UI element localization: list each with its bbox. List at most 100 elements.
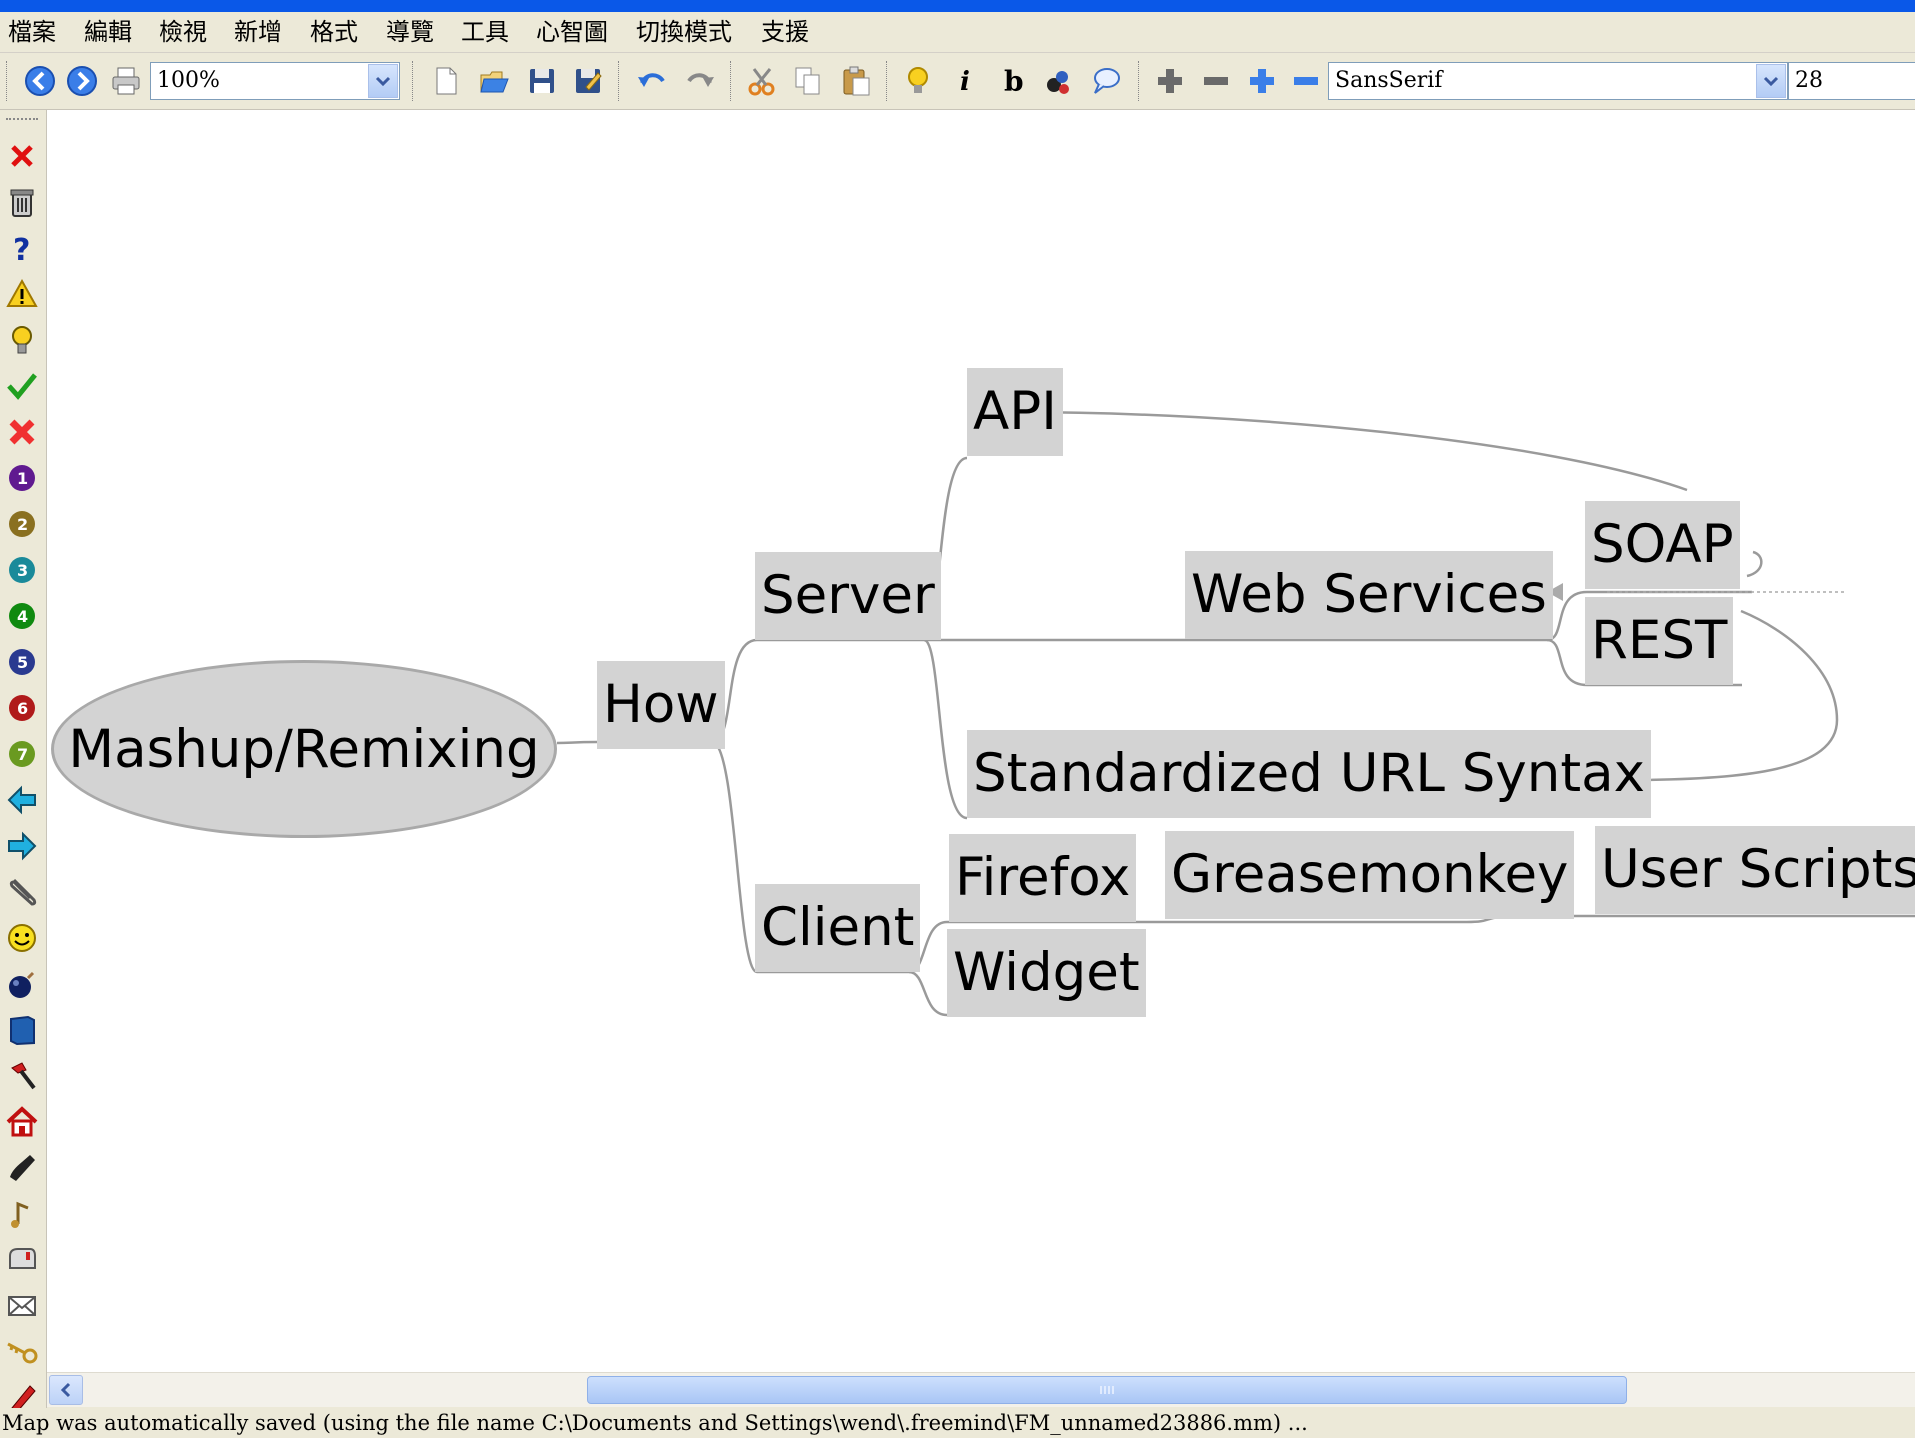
svg-text:b: b [1004, 65, 1024, 97]
priority-1-icon[interactable]: 1 [4, 460, 40, 496]
ok-check-icon[interactable] [4, 368, 40, 404]
scroll-left-button[interactable] [49, 1375, 83, 1405]
node-rest[interactable]: REST [1585, 597, 1734, 685]
menu-view[interactable]: 檢視 [159, 17, 207, 47]
remove-all-icons-icon[interactable] [4, 184, 40, 220]
print-icon[interactable] [108, 63, 144, 99]
svg-text:3: 3 [17, 561, 28, 580]
new-file-icon[interactable] [428, 63, 464, 99]
node-how[interactable]: How [597, 661, 725, 749]
root-node[interactable]: Mashup/Remixing [51, 660, 557, 838]
back-arrow-icon[interactable] [4, 782, 40, 818]
mailbox-icon[interactable] [4, 1242, 40, 1278]
key-icon[interactable] [4, 1334, 40, 1370]
icon-toolbar-grip[interactable] [6, 118, 38, 120]
font-size-select[interactable]: 28 [1788, 62, 1915, 100]
toolbar-grip[interactable] [6, 61, 10, 101]
music-icon[interactable] [4, 1196, 40, 1232]
priority-3-icon[interactable]: 3 [4, 552, 40, 588]
cloud-icon[interactable] [1040, 63, 1076, 99]
menu-navigate[interactable]: 導覽 [386, 17, 434, 47]
priority-2-icon[interactable]: 2 [4, 506, 40, 542]
freemind-window: 檔案 編輯 檢視 新增 格式 導覽 工具 心智圖 切換模式 支援 100% i … [0, 0, 1915, 1438]
node-url-syntax[interactable]: Standardized URL Syntax [967, 730, 1651, 818]
node-client[interactable]: Client [755, 884, 921, 972]
menu-insert[interactable]: 新增 [234, 17, 282, 47]
hammer-icon[interactable] [4, 1058, 40, 1094]
priority-6-icon[interactable]: 6 [4, 690, 40, 726]
undo-icon[interactable] [634, 63, 670, 99]
note-bubble-icon[interactable] [1088, 63, 1124, 99]
node-web-services[interactable]: Web Services [1185, 551, 1553, 639]
zoom-out-icon[interactable] [1288, 63, 1324, 99]
zoom-value: 100% [157, 68, 220, 93]
svg-text:4: 4 [17, 607, 28, 626]
toolbar-separator [1138, 61, 1142, 101]
bold-icon[interactable]: b [994, 63, 1030, 99]
save-icon[interactable] [524, 63, 560, 99]
collapse-icon[interactable] [1198, 63, 1234, 99]
forward-icon[interactable] [64, 63, 100, 99]
font-family-select[interactable]: SansSerif [1328, 62, 1788, 100]
copy-icon[interactable] [790, 63, 826, 99]
root-node-label: Mashup/Remixing [68, 718, 540, 780]
expand-icon[interactable] [1152, 63, 1188, 99]
icon-toolbar: ? 1 2 3 4 5 6 7 [0, 110, 47, 1413]
menu-bar: 檔案 編輯 檢視 新增 格式 導覽 工具 心智圖 切換模式 支援 [0, 12, 1915, 53]
zoom-in-icon[interactable] [1244, 63, 1280, 99]
menu-mindmaps[interactable]: 心智圖 [536, 17, 608, 47]
open-icon[interactable] [476, 63, 512, 99]
forward-arrow-icon[interactable] [4, 828, 40, 864]
scroll-thumb[interactable] [587, 1376, 1627, 1404]
save-as-icon[interactable] [570, 63, 606, 99]
edge-server-url [923, 638, 968, 820]
warning-icon[interactable] [4, 276, 40, 312]
node-firefox[interactable]: Firefox [949, 834, 1137, 922]
priority-7-icon[interactable]: 7 [4, 736, 40, 772]
chevron-down-icon[interactable] [368, 64, 398, 98]
paste-icon[interactable] [838, 63, 874, 99]
idea-bulb-icon[interactable] [900, 63, 936, 99]
priority-4-icon[interactable]: 4 [4, 598, 40, 634]
menu-edit[interactable]: 編輯 [84, 17, 132, 47]
idea-icon[interactable] [4, 322, 40, 358]
svg-text:2: 2 [17, 515, 28, 534]
zoom-select[interactable]: 100% [150, 62, 400, 100]
home-icon[interactable] [4, 1104, 40, 1140]
question-icon[interactable]: ? [4, 230, 40, 266]
menu-file[interactable]: 檔案 [8, 17, 56, 47]
node-user-scripts[interactable]: User Scripts [1595, 826, 1915, 914]
smiley-icon[interactable] [4, 920, 40, 956]
toolbar: 100% i b SansSerif 28 [0, 53, 1915, 110]
phone-icon[interactable] [4, 1150, 40, 1186]
priority-5-icon[interactable]: 5 [4, 644, 40, 680]
menu-format[interactable]: 格式 [310, 17, 358, 47]
menu-tools[interactable]: 工具 [461, 17, 509, 47]
cut-icon[interactable] [744, 63, 780, 99]
node-soap-label: SOAP [1591, 514, 1734, 575]
back-icon[interactable] [22, 63, 58, 99]
svg-text:1: 1 [17, 469, 28, 488]
book-icon[interactable] [4, 1012, 40, 1048]
bomb-icon[interactable] [4, 966, 40, 1002]
redo-icon[interactable] [682, 63, 718, 99]
chevron-down-icon[interactable] [1756, 64, 1786, 98]
attachment-icon[interactable] [4, 874, 40, 910]
toolbar-separator [412, 61, 416, 101]
svg-text:7: 7 [17, 745, 28, 764]
node-api[interactable]: API [967, 368, 1063, 456]
svg-text:i: i [960, 67, 970, 97]
node-server[interactable]: Server [755, 552, 941, 640]
node-widget[interactable]: Widget [947, 929, 1146, 1017]
remove-last-icon-icon[interactable] [4, 138, 40, 174]
menu-help[interactable]: 支援 [761, 17, 809, 47]
horizontal-scrollbar[interactable] [47, 1372, 1915, 1407]
status-bar: Map was automatically saved (using the f… [0, 1408, 1915, 1438]
italic-icon[interactable]: i [946, 63, 982, 99]
mindmap-canvas[interactable]: Mashup/Remixing How Server Client API We… [47, 110, 1915, 1372]
node-soap[interactable]: SOAP [1585, 501, 1740, 589]
mail-icon[interactable] [4, 1288, 40, 1324]
menu-modes[interactable]: 切換模式 [636, 17, 732, 47]
node-greasemonkey[interactable]: Greasemonkey [1165, 831, 1575, 919]
not-ok-icon[interactable] [4, 414, 40, 450]
